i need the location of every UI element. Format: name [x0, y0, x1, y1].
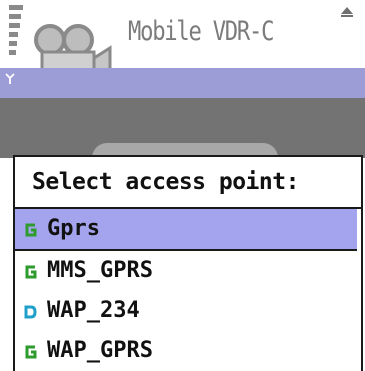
signal-bar [9, 41, 17, 46]
access-point-item-gprs[interactable]: Gprs [15, 209, 357, 251]
signal-bar [9, 50, 16, 55]
dialog-title: Select access point: [15, 157, 361, 209]
access-point-list: Gprs MMS_GPRS WAP_234 WAP_GPRS [15, 209, 361, 371]
antenna-icon [5, 73, 15, 84]
gprs-icon [25, 223, 37, 237]
list-item-label: WAP_234 [47, 298, 140, 323]
list-item-label: Gprs [47, 216, 100, 241]
signal-bar [9, 14, 21, 19]
access-point-item-wap-gprs[interactable]: WAP_GPRS [15, 331, 361, 371]
header-band [0, 68, 365, 98]
signal-bar [9, 32, 18, 37]
signal-bar [9, 23, 20, 28]
signal-strength-indicator [9, 5, 23, 75]
access-point-item-mms-gprs[interactable]: MMS_GPRS [15, 251, 361, 291]
access-point-dialog: Select access point: Gprs MMS_GPRS WAP_2… [13, 155, 363, 371]
scroll-up-indicator-icon [341, 7, 353, 17]
gprs-icon [25, 265, 37, 279]
signal-bar [9, 5, 23, 10]
content-area [0, 98, 365, 173]
access-point-item-wap-234[interactable]: WAP_234 [15, 291, 361, 331]
app-title: Mobile VDR-C [128, 16, 274, 47]
list-item-label: WAP_GPRS [47, 338, 153, 363]
list-item-label: MMS_GPRS [47, 258, 153, 283]
data-call-icon [24, 305, 37, 319]
gprs-icon [25, 345, 37, 359]
